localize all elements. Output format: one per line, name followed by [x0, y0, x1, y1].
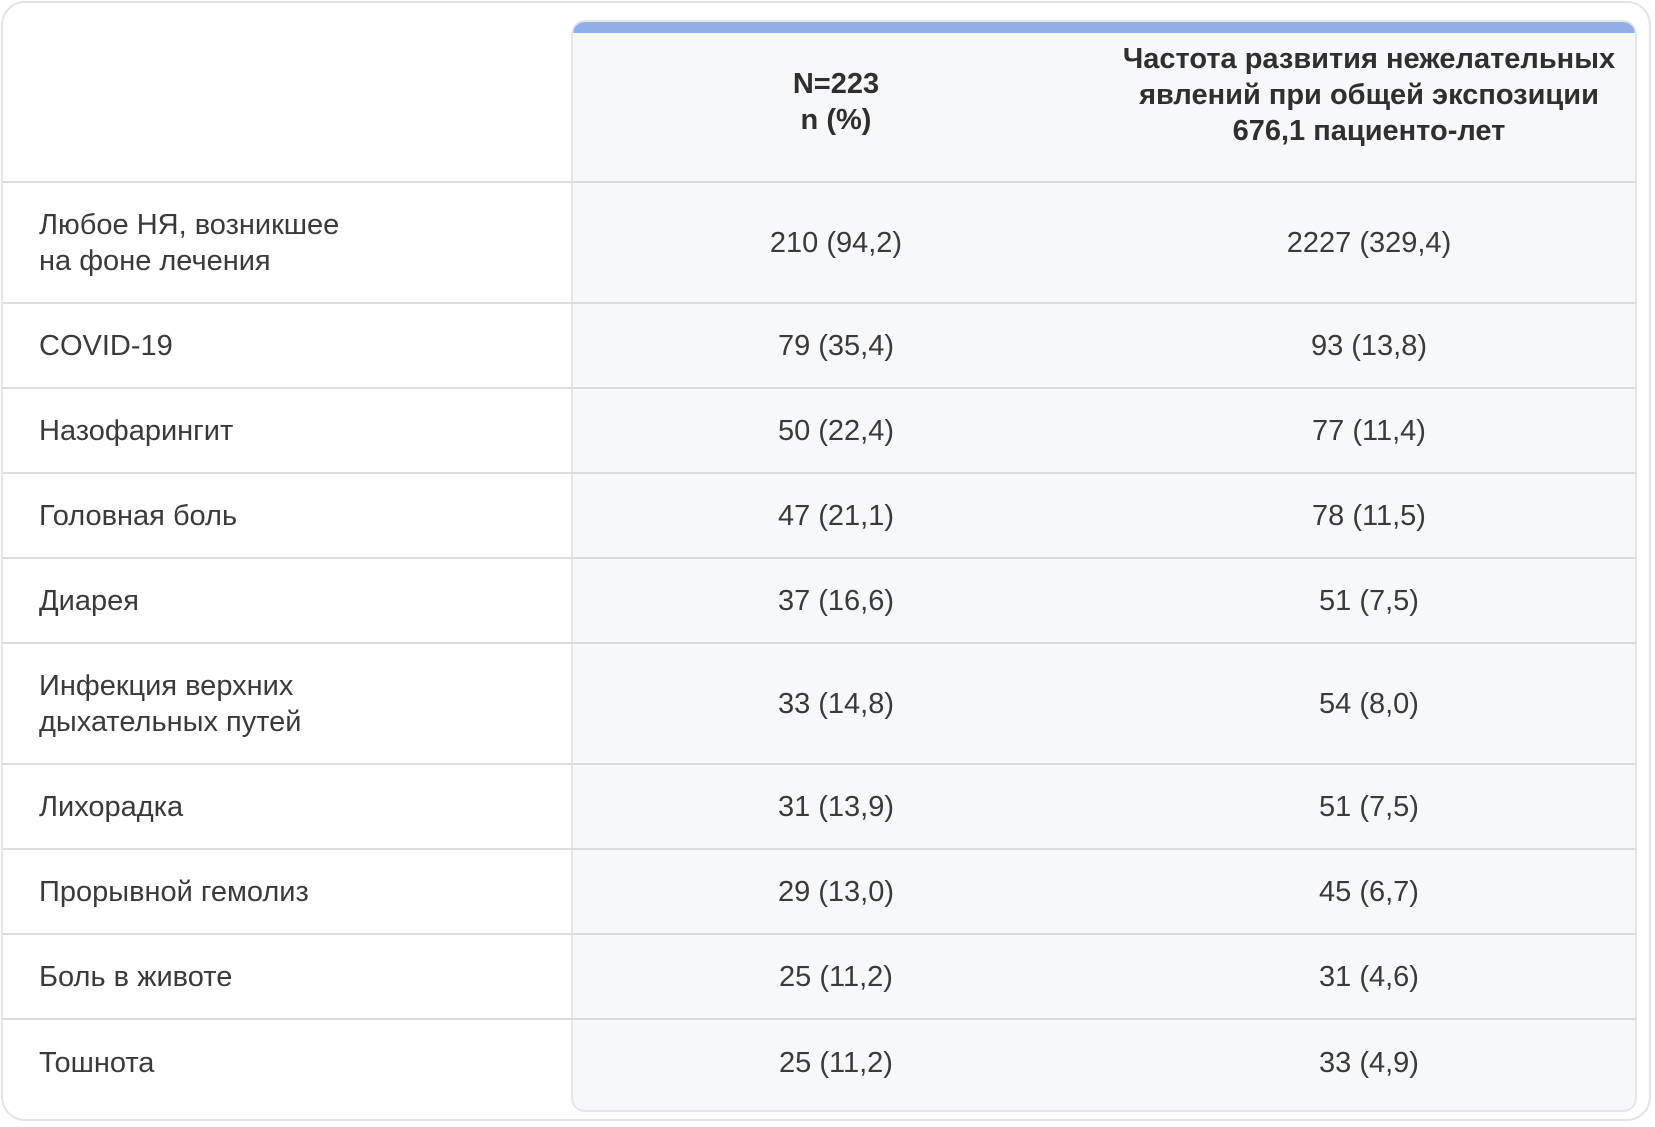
table-row: Головная боль 47 (21,1) 78 (11,5)	[3, 474, 1636, 559]
table-row: Лихорадка 31 (13,9) 51 (7,5)	[3, 765, 1636, 850]
row-n-value: 47 (21,1)	[777, 499, 895, 532]
row-rate-value: 51 (7,5)	[1319, 584, 1419, 617]
row-n-value: 33 (14,8)	[777, 687, 895, 720]
row-label-line1: Инфекция верхних	[39, 669, 294, 702]
header-rate-line2: явлений при общей экспозиции	[1139, 79, 1599, 111]
row-rate-value: 51 (7,5)	[1319, 790, 1419, 823]
header-n-line2: n (%)	[800, 104, 872, 136]
header-rate-line1: Частота развития нежелательных	[1122, 43, 1616, 75]
table-row: Прорывной гемолиз 29 (13,0) 45 (6,7)	[3, 850, 1636, 935]
table-row: Любое НЯ, возникшее на фоне лечения 210 …	[3, 183, 1636, 304]
row-label-line2: дыхательных путей	[39, 705, 302, 738]
row-n-value: 29 (13,0)	[777, 875, 895, 908]
row-rate-value: 33 (4,9)	[1319, 1046, 1419, 1079]
row-rate-value: 77 (11,4)	[1312, 414, 1426, 447]
table-row: COVID-19 79 (35,4) 93 (13,8)	[3, 304, 1636, 389]
row-label-line1: Любое НЯ, возникшее	[39, 208, 340, 241]
table-row: Тошнота 25 (11,2) 33 (4,9)	[3, 1020, 1636, 1105]
row-label: Инфекция верхних дыхательных путей	[39, 644, 559, 763]
header-n-line1: N=223	[792, 68, 880, 100]
row-rate-value: 93 (13,8)	[1310, 329, 1428, 362]
row-rate-value: 78 (11,5)	[1312, 499, 1426, 532]
row-rate-value: 2227 (329,4)	[1286, 226, 1452, 259]
header-label-cell	[39, 3, 559, 181]
row-n-value: 79 (35,4)	[777, 329, 895, 362]
table-header-row: N=223 n (%) Частота развития нежелательн…	[3, 3, 1636, 183]
table-row: Инфекция верхних дыхательных путей 33 (1…	[3, 644, 1636, 765]
row-label: Головная боль	[39, 499, 238, 532]
row-label: Лихорадка	[39, 790, 184, 823]
row-label: Назофарингит	[39, 414, 234, 447]
row-n-value: 37 (16,6)	[777, 584, 895, 617]
row-rate-value: 45 (6,7)	[1319, 875, 1419, 908]
table-row: Диарея 37 (16,6) 51 (7,5)	[3, 559, 1636, 644]
header-n-cell: N=223 n (%)	[571, 3, 1101, 181]
row-label: Диарея	[39, 584, 139, 617]
row-label: Боль в животе	[39, 960, 233, 993]
row-rate-value: 54 (8,0)	[1319, 687, 1419, 720]
header-rate-line3: 676,1 пациенто-лет	[1232, 115, 1506, 147]
row-label-line2: на фоне лечения	[39, 244, 271, 277]
row-label: Прорывной гемолиз	[39, 875, 309, 908]
table-row: Боль в животе 25 (11,2) 31 (4,6)	[3, 935, 1636, 1020]
row-label: COVID-19	[39, 329, 173, 362]
row-n-value: 50 (22,4)	[777, 414, 895, 447]
row-rate-value: 31 (4,6)	[1319, 960, 1419, 993]
row-n-value: 25 (11,2)	[779, 1046, 893, 1079]
row-n-value: 210 (94,2)	[769, 226, 903, 259]
row-n-value: 25 (11,2)	[779, 960, 893, 993]
header-rate-cell: Частота развития нежелательных явлений п…	[1101, 3, 1637, 181]
row-n-value: 31 (13,9)	[777, 790, 895, 823]
adverse-events-table-card: N=223 n (%) Частота развития нежелательн…	[1, 1, 1651, 1121]
table-row: Назофарингит 50 (22,4) 77 (11,4)	[3, 389, 1636, 474]
row-label: Любое НЯ, возникшее на фоне лечения	[39, 183, 559, 302]
row-label: Тошнота	[39, 1046, 155, 1079]
